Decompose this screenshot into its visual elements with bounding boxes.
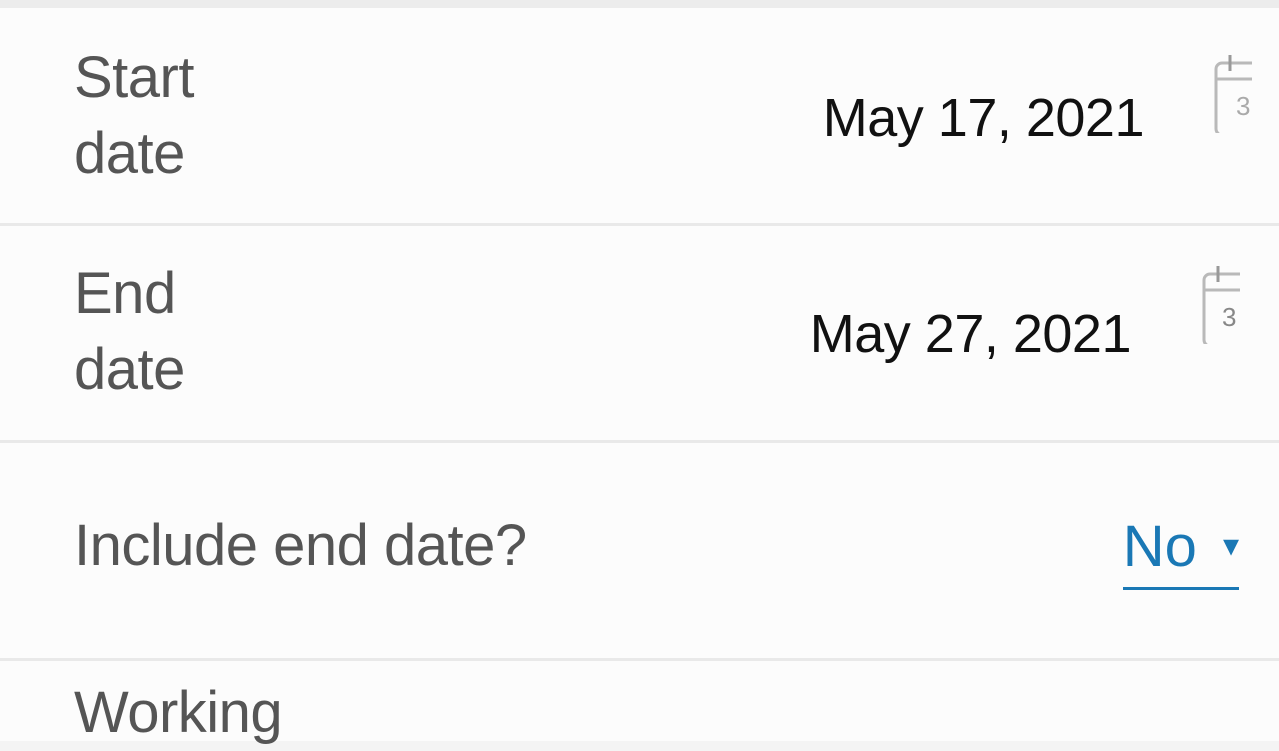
end-date-row: End date May 27, 2021 3 [0, 226, 1279, 443]
start-date-label: Start date [74, 45, 195, 186]
working-days-label: Working [74, 680, 283, 745]
calendar-icon[interactable]: 3 [1200, 264, 1240, 344]
start-date-value[interactable]: May 17, 2021 [823, 86, 1145, 150]
include-end-date-row: Include end date? No ▾ [0, 443, 1279, 661]
top-divider [0, 0, 1279, 8]
start-date-row: Start date May 17, 2021 3 [0, 8, 1279, 226]
calendar-icon[interactable]: 3 [1212, 53, 1252, 133]
working-days-row: Working [0, 661, 1279, 745]
include-end-date-select[interactable]: No ▾ [1122, 511, 1239, 590]
calendar-icon-number: 3 [1222, 302, 1236, 332]
dropdown-arrow-icon: ▾ [1222, 526, 1239, 563]
svg-text:3: 3 [1236, 91, 1250, 121]
end-date-label: End date [74, 261, 185, 402]
include-end-date-label: Include end date? [74, 513, 527, 578]
end-date-value[interactable]: May 27, 2021 [810, 302, 1132, 366]
include-end-date-selected-value: No [1122, 514, 1197, 579]
